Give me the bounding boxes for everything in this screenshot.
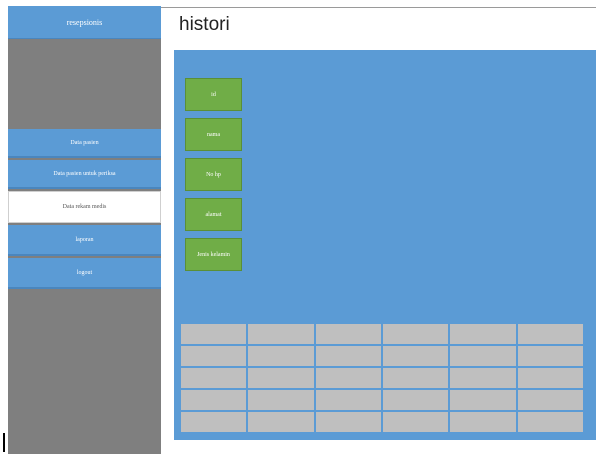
sidebar-item-logout[interactable]: logout	[8, 258, 161, 289]
table-cell[interactable]	[383, 368, 449, 388]
field-alamat-button[interactable]: alamat	[185, 198, 242, 231]
table-cell[interactable]	[450, 368, 516, 388]
table-cell[interactable]	[248, 324, 314, 344]
history-panel: id nama No hp alamat Jenis kelamin	[174, 50, 596, 440]
header-divider	[161, 7, 596, 8]
table-cell[interactable]	[248, 368, 314, 388]
table-cell[interactable]	[181, 412, 247, 432]
text-cursor	[3, 433, 5, 452]
table-cell[interactable]	[181, 346, 247, 366]
table-cell[interactable]	[517, 368, 583, 388]
field-no-hp-button[interactable]: No hp	[185, 158, 242, 191]
table-cell[interactable]	[248, 412, 314, 432]
table-cell[interactable]	[181, 390, 247, 410]
table-cell[interactable]	[450, 390, 516, 410]
table-cell[interactable]	[450, 412, 516, 432]
table-cell[interactable]	[248, 346, 314, 366]
table-cell[interactable]	[450, 346, 516, 366]
table-cell[interactable]	[383, 346, 449, 366]
table-cell[interactable]	[517, 390, 583, 410]
table-cell[interactable]	[315, 390, 381, 410]
field-id-button[interactable]: id	[185, 78, 242, 111]
table-cell[interactable]	[517, 412, 583, 432]
sidebar-item-data-pasien-periksa[interactable]: Data pasien untuk periksa	[8, 160, 161, 189]
sidebar-item-data-pasien[interactable]: Data pasien	[8, 129, 161, 158]
sidebar-item-data-rekam-medis[interactable]: Data rekam medis	[8, 191, 161, 223]
table-cell[interactable]	[181, 368, 247, 388]
table-cell[interactable]	[315, 368, 381, 388]
table-cell[interactable]	[383, 324, 449, 344]
table-cell[interactable]	[517, 324, 583, 344]
page-title: histori	[179, 14, 230, 35]
table-cell[interactable]	[450, 324, 516, 344]
sidebar: resepsionis Data pasien Data pasien untu…	[8, 6, 161, 454]
app-window: resepsionis Data pasien Data pasien untu…	[0, 0, 596, 454]
sidebar-title: resepsionis	[8, 6, 161, 39]
table-cell[interactable]	[181, 324, 247, 344]
field-nama-button[interactable]: nama	[185, 118, 242, 151]
table-cell[interactable]	[517, 346, 583, 366]
sidebar-item-laporan[interactable]: laporan	[8, 225, 161, 256]
sidebar-menu: Data pasien Data pasien untuk periksa Da…	[8, 129, 163, 291]
table-cell[interactable]	[315, 324, 381, 344]
field-jenis-kelamin-button[interactable]: Jenis kelamin	[185, 238, 242, 271]
table-cell[interactable]	[383, 412, 449, 432]
table-cell[interactable]	[315, 346, 381, 366]
table-cell[interactable]	[383, 390, 449, 410]
table-cell[interactable]	[315, 412, 381, 432]
history-table	[181, 324, 583, 432]
table-cell[interactable]	[248, 390, 314, 410]
